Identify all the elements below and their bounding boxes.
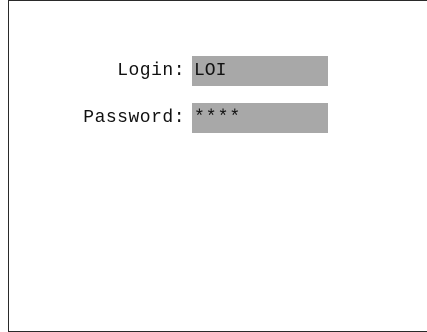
login-field[interactable]: LOI (192, 56, 328, 86)
password-row: Password: **** (0, 103, 328, 133)
login-screen (8, 0, 427, 332)
password-field[interactable]: **** (192, 103, 328, 133)
password-label: Password: (83, 108, 185, 128)
login-row: Login: LOI (0, 56, 328, 86)
login-label: Login: (117, 61, 185, 81)
